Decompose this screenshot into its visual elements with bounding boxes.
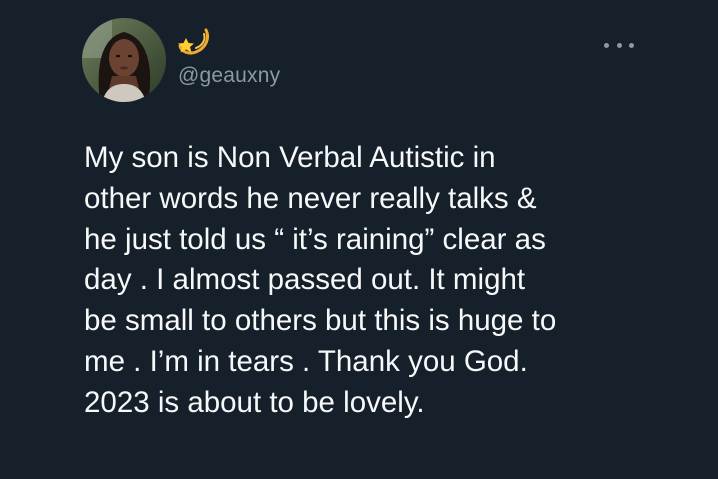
tweet-line: 2023 is about to be lovely.	[84, 385, 425, 419]
dizzy-star-icon	[178, 28, 210, 55]
avatar-image	[82, 18, 166, 102]
tweet-line: he just told us “ it’s raining” clear as	[84, 222, 546, 256]
avatar[interactable]	[82, 18, 166, 102]
tweet-line: day . I almost passed out. It might	[84, 263, 526, 297]
more-dot-icon	[604, 42, 609, 48]
tweet-card: @geauxny My son is Non Verbal Autistic i…	[0, 0, 718, 479]
display-name-emoji	[176, 26, 216, 60]
tweet-line: My son is Non Verbal Autistic in	[84, 141, 496, 174]
user-handle[interactable]: @geauxny	[178, 64, 280, 88]
more-dot-icon	[629, 42, 634, 48]
tweet-text: My son is Non Verbal Autistic in other w…	[84, 138, 684, 424]
more-dot-icon	[616, 42, 622, 48]
tweet-line: me . I’m in tears . Thank you God.	[84, 344, 528, 378]
tweet-line: be small to others but this is huge to	[84, 304, 557, 338]
tweet-line: other words he never really talks &	[84, 181, 537, 215]
more-options-button[interactable]	[604, 36, 634, 54]
